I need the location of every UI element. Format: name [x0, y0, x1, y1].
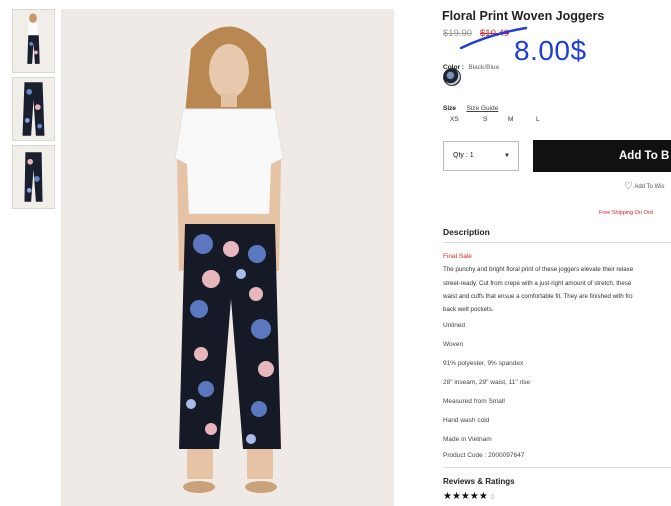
pants-closeup-thumbnail	[13, 78, 54, 140]
star-icon: ★★★★★	[443, 491, 488, 502]
product-title: Floral Print Woven Joggers	[442, 9, 605, 23]
quantity-label: Qty : 1	[453, 152, 474, 159]
add-to-bag-button[interactable]: Add To B	[533, 140, 671, 172]
star-rating[interactable]: ★★★★★ 0	[443, 491, 495, 502]
size-row: Size Size Guide	[443, 97, 498, 115]
description-line: waist and cuffs that ensue a comfortable…	[443, 293, 633, 300]
description-line: The punchy and bright floral print of th…	[443, 266, 634, 273]
heart-icon: ♡	[624, 181, 633, 192]
detail-item: Hand wash cold	[443, 417, 490, 424]
reviews-heading[interactable]: Reviews & Ratings	[443, 477, 515, 486]
thumbnail-3[interactable]	[12, 145, 55, 209]
handwritten-price: 8.00$	[514, 35, 587, 66]
thumbnail-1[interactable]	[12, 9, 55, 73]
detail-item: Measured from Small	[443, 398, 505, 405]
model-back-thumbnail	[13, 146, 54, 208]
caret-down-icon: ▼	[504, 153, 510, 159]
size-option-m[interactable]: M	[508, 116, 513, 123]
divider	[443, 242, 671, 243]
product-code: Product Code : 2000097647	[443, 452, 525, 459]
size-guide-link[interactable]: Size Guide	[466, 105, 498, 112]
main-product-image	[61, 9, 394, 506]
review-count: 0	[490, 494, 495, 501]
free-shipping-notice: Free Shipping On Ord	[599, 210, 653, 216]
color-value: Black/Blue	[468, 64, 500, 71]
detail-item: Woven	[443, 341, 464, 348]
add-to-wishlist-link[interactable]: ♡ Add To Wis	[624, 181, 665, 192]
description-line: street-ready. Cut from crepe with a just…	[443, 280, 632, 287]
detail-item: Made in Vietnam	[443, 436, 492, 443]
wishlist-label: Add To Wis	[634, 184, 665, 190]
size-option-s[interactable]: S	[483, 116, 487, 123]
detail-item: Unlined	[443, 322, 466, 329]
description-line: back welt pockets.	[443, 306, 494, 313]
size-option-l[interactable]: L	[536, 116, 540, 123]
detail-item: 91% polyester, 9% spandex	[443, 360, 524, 367]
detail-item: 28" inseam, 29" waist, 11" rise	[443, 379, 531, 386]
size-option-xs[interactable]: XS	[450, 116, 459, 123]
divider	[443, 467, 671, 468]
color-swatch[interactable]	[443, 68, 461, 86]
quantity-select[interactable]: Qty : 1 ▼	[443, 141, 519, 171]
description-heading: Description	[443, 227, 490, 237]
model-front-thumbnail	[13, 10, 54, 72]
final-sale-label: Final Sale	[443, 253, 472, 260]
thumbnail-2[interactable]	[12, 77, 55, 141]
size-label: Size	[443, 105, 457, 112]
